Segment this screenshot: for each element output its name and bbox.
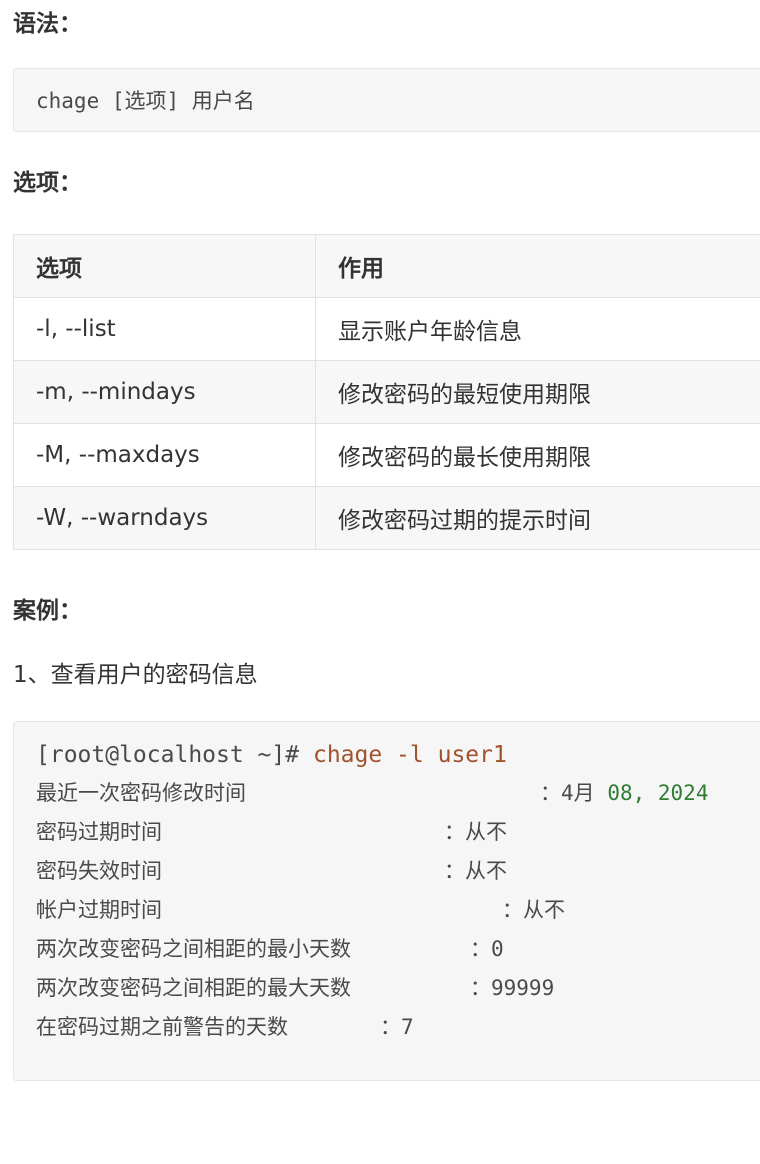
syntax-code-block[interactable]: chage [选项] 用户名: [13, 68, 760, 132]
table-cell-effect: 修改密码的最短使用期限: [316, 361, 760, 424]
output-line: 密码过期时间 ：从不: [36, 813, 760, 852]
output-line: 最近一次密码修改时间 ：4月 08, 2024: [36, 774, 760, 813]
output-line: 在密码过期之前警告的天数 ：7: [36, 1008, 760, 1047]
output-label: 帐户过期时间: [36, 891, 162, 930]
table-row: -l, --list 显示账户年龄信息: [14, 298, 760, 361]
table-cell-effect: 修改密码的最长使用期限: [316, 424, 760, 487]
output-label: 密码失效时间: [36, 852, 162, 891]
table-cell-effect: 显示账户年龄信息: [316, 298, 760, 361]
shell-prompt: [root@localhost ~]#: [36, 742, 299, 768]
output-label: 两次改变密码之间相距的最大天数: [36, 969, 351, 1008]
syntax-heading: 语法：: [13, 9, 82, 39]
example-step-1: 1、查看用户的密码信息: [13, 659, 258, 691]
table-header-effect: 作用: [316, 235, 760, 298]
table-row: -M, --maxdays 修改密码的最长使用期限: [14, 424, 760, 487]
shell-command: chage -l user1: [313, 742, 507, 768]
output-label: 在密码过期之前警告的天数: [36, 1008, 288, 1047]
output-label: 密码过期时间: [36, 813, 162, 852]
output-value: ：99999: [470, 969, 554, 1008]
table-cell-option: -l, --list: [14, 298, 316, 361]
table-header-row: 选项 作用: [14, 235, 760, 298]
output-value: ：从不: [444, 813, 507, 852]
output-line: 帐户过期时间 ：从不: [36, 891, 760, 930]
table-cell-option: -M, --maxdays: [14, 424, 316, 487]
command-line: [root@localhost ~]# chage -l user1: [36, 736, 760, 774]
output-value: ：7: [380, 1008, 414, 1047]
output-value: ：4月 08, 2024: [540, 774, 708, 813]
table-cell-effect: 修改密码过期的提示时间: [316, 487, 760, 550]
options-table: 选项 作用 -l, --list 显示账户年龄信息 -m, --mindays …: [13, 234, 760, 550]
output-line: 两次改变密码之间相距的最小天数 ：0: [36, 930, 760, 969]
output-value: ：从不: [502, 891, 565, 930]
output-label: 最近一次密码修改时间: [36, 774, 246, 813]
table-row: -m, --mindays 修改密码的最短使用期限: [14, 361, 760, 424]
article-page: 语法： chage [选项] 用户名 选项： 选项 作用 -l, --list …: [0, 0, 760, 1055]
output-label: 两次改变密码之间相距的最小天数: [36, 930, 351, 969]
output-value: ：0: [470, 930, 504, 969]
table-cell-option: -m, --mindays: [14, 361, 316, 424]
table-row: -W, --warndays 修改密码过期的提示时间: [14, 487, 760, 550]
example-heading: 案例：: [13, 596, 82, 626]
options-heading: 选项：: [13, 168, 82, 198]
output-value: ：从不: [444, 852, 507, 891]
table-cell-option: -W, --warndays: [14, 487, 316, 550]
example-code-block[interactable]: [root@localhost ~]# chage -l user1 最近一次密…: [13, 721, 760, 1081]
output-line: 密码失效时间 ：从不: [36, 852, 760, 891]
output-line: 两次改变密码之间相距的最大天数 ：99999: [36, 969, 760, 1008]
table-header-option: 选项: [14, 235, 316, 298]
